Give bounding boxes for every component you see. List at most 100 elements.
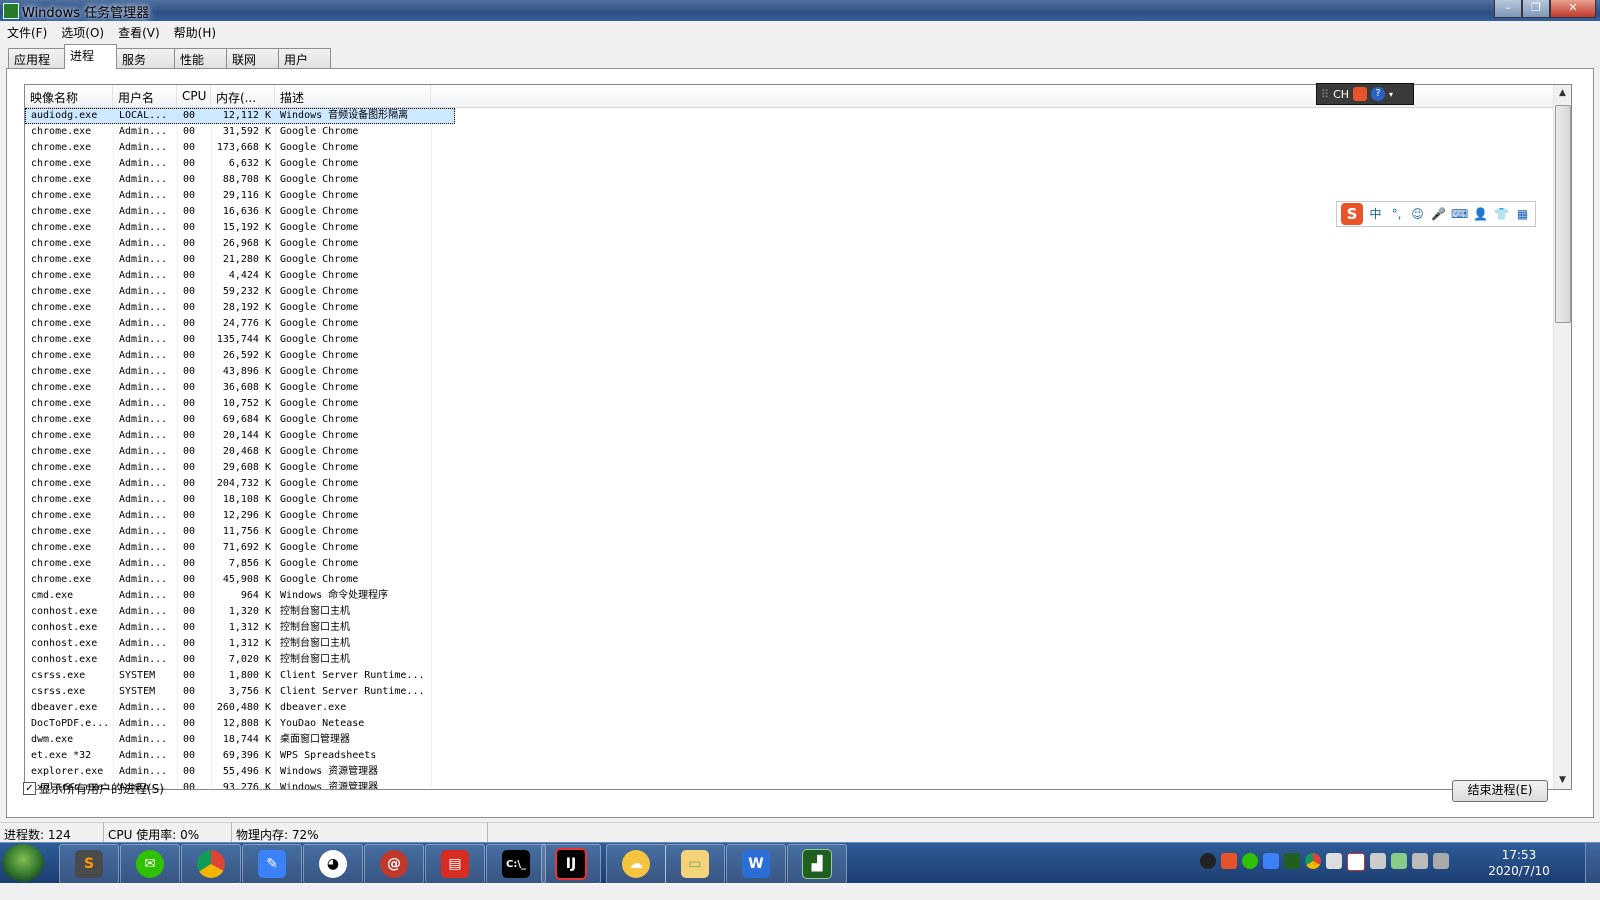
table-row[interactable]: chrome.exe Admin... 00 69,684 K Google Chrom…: [25, 412, 455, 428]
tray-task-manager-icon[interactable]: [1284, 853, 1300, 869]
column-description[interactable]: 描述: [275, 85, 431, 107]
scroll-thumb[interactable]: [1555, 105, 1571, 323]
title-bar[interactable]: Windows 任务管理器 – ❐ ✕: [0, 0, 1600, 21]
table-row[interactable]: et.exe *32 Admin... 00 69,396 K WPS Spreadsh…: [25, 748, 455, 764]
table-row[interactable]: chrome.exe Admin... 00 12,296 K Google Chrom…: [25, 508, 455, 524]
clock[interactable]: 17:53 2020/7/10: [1484, 847, 1554, 879]
punctuation-toggle[interactable]: °,: [1388, 206, 1405, 223]
ime-language-label[interactable]: CH: [1333, 88, 1349, 101]
table-row[interactable]: conhost.exe Admin... 00 1,312 K 控制台窗口主机: [25, 636, 455, 652]
taskbar-cloud-app[interactable]: ☁: [606, 844, 666, 884]
tab-users[interactable]: 用户: [278, 48, 331, 69]
chinese-mode-toggle[interactable]: 中: [1367, 206, 1384, 223]
taskbar-snail-app[interactable]: @: [364, 844, 424, 884]
tray-network-icon[interactable]: [1326, 853, 1342, 869]
table-row[interactable]: chrome.exe Admin... 00 173,668 K Google Chro…: [25, 140, 455, 156]
process-list[interactable]: 映像名称 用户名 CPU 内存(... 描述 audiodg.exe LOCAL.…: [24, 84, 1572, 790]
table-row[interactable]: chrome.exe Admin... 00 59,232 K Google Chrom…: [25, 284, 455, 300]
tray-action-center-icon[interactable]: [1433, 853, 1449, 869]
keyboard-icon[interactable]: ⌨: [1451, 206, 1468, 223]
tray-wechat-icon[interactable]: [1242, 853, 1258, 869]
table-row[interactable]: chrome.exe Admin... 00 24,776 K Google Chrom…: [25, 316, 455, 332]
table-row[interactable]: dwm.exe Admin... 00 18,744 K 桌面窗口管理器: [25, 732, 455, 748]
taskbar-redis-desktop[interactable]: ▤: [425, 844, 485, 884]
taskbar-intellij-idea[interactable]: IJ: [541, 844, 601, 884]
column-cpu[interactable]: CPU: [177, 85, 211, 107]
sogou-ime-toolbar[interactable]: S 中 °, ☺ 🎤 ⌨ 👤 👕 ▦: [1336, 201, 1536, 227]
table-row[interactable]: chrome.exe Admin... 00 45,908 K Google Chrom…: [25, 572, 455, 588]
tab-applications[interactable]: 应用程序: [8, 48, 65, 84]
taskbar-wechat[interactable]: ✉: [120, 844, 180, 884]
table-row[interactable]: chrome.exe Admin... 00 16,636 K Google Chrom…: [25, 204, 455, 220]
show-all-users-checkbox[interactable]: ✓: [23, 782, 36, 795]
menu-help[interactable]: 帮助(H): [167, 21, 223, 41]
table-row[interactable]: chrome.exe Admin... 00 18,108 K Google Chrom…: [25, 492, 455, 508]
scroll-down-icon[interactable]: ▼: [1554, 772, 1571, 789]
taskbar-wps-writer[interactable]: W: [726, 844, 786, 884]
sogou-small-icon[interactable]: [1353, 87, 1368, 101]
table-row[interactable]: chrome.exe Admin... 00 43,896 K Google Chrom…: [25, 364, 455, 380]
skin-shirt-icon[interactable]: 👕: [1493, 206, 1510, 223]
close-button[interactable]: ✕: [1550, 0, 1596, 18]
scroll-up-icon[interactable]: ▲: [1554, 85, 1571, 102]
taskbar-cmd[interactable]: C:\_: [486, 844, 546, 884]
toolbox-grid-icon[interactable]: ▦: [1514, 206, 1531, 223]
taskbar-chrome[interactable]: [181, 844, 241, 884]
table-row[interactable]: chrome.exe Admin... 00 20,468 K Google Chrom…: [25, 444, 455, 460]
minimize-button[interactable]: –: [1494, 0, 1522, 18]
table-row[interactable]: cmd.exe Admin... 00 964 K Windows 命令处理程序: [25, 588, 455, 604]
table-row[interactable]: explorer.exe Admin... 00 55,496 K Windows 资源…: [25, 764, 455, 780]
end-process-button[interactable]: 结束进程(E): [1452, 780, 1548, 802]
taskbar-task-manager[interactable]: ▟: [787, 844, 847, 884]
table-row[interactable]: chrome.exe Admin... 00 21,280 K Google Chrom…: [25, 252, 455, 268]
table-row[interactable]: chrome.exe Admin... 00 29,116 K Google Chrom…: [25, 188, 455, 204]
show-all-users[interactable]: ✓ 显示所有用户的进程(S): [23, 780, 164, 797]
table-row[interactable]: chrome.exe Admin... 00 135,744 K Google Chro…: [25, 332, 455, 348]
table-row[interactable]: chrome.exe Admin... 00 26,968 K Google Chrom…: [25, 236, 455, 252]
tray-volume-icon[interactable]: [1412, 853, 1428, 869]
tab-processes[interactable]: 进程: [64, 44, 117, 69]
show-all-users-label[interactable]: 显示所有用户的进程(S): [39, 780, 164, 797]
options-arrow-icon[interactable]: ▾: [1389, 90, 1393, 99]
tray-chrome-icon[interactable]: [1305, 853, 1321, 869]
table-row[interactable]: chrome.exe Admin... 00 10,752 K Google Chrom…: [25, 396, 455, 412]
menu-options[interactable]: 选项(O): [54, 21, 111, 41]
vertical-scrollbar[interactable]: ▲ ▼: [1553, 85, 1571, 789]
taskbar-panda-app[interactable]: ◕: [303, 844, 363, 884]
tray-app-icon[interactable]: [1200, 853, 1216, 869]
column-image-name[interactable]: 映像名称: [25, 85, 113, 107]
emoji-icon[interactable]: ☺: [1409, 206, 1426, 223]
table-row[interactable]: chrome.exe Admin... 00 26,592 K Google Chrom…: [25, 348, 455, 364]
tray-security-icon[interactable]: [1391, 853, 1407, 869]
show-desktop-button[interactable]: [1585, 843, 1600, 883]
table-row[interactable]: chrome.exe Admin... 00 6,632 K Google Chrome: [25, 156, 455, 172]
tray-sogou-icon[interactable]: [1221, 853, 1237, 869]
maximize-button[interactable]: ❐: [1522, 0, 1550, 18]
microphone-icon[interactable]: 🎤: [1430, 206, 1447, 223]
taskbar-file-explorer[interactable]: ▭: [665, 844, 725, 884]
table-row[interactable]: conhost.exe Admin... 00 1,320 K 控制台窗口主机: [25, 604, 455, 620]
table-row[interactable]: chrome.exe Admin... 00 4,424 K Google Chrome: [25, 268, 455, 284]
start-button[interactable]: [2, 844, 44, 882]
tab-performance[interactable]: 性能: [174, 48, 227, 69]
table-row[interactable]: chrome.exe Admin... 00 20,144 K Google Chrom…: [25, 428, 455, 444]
taskbar-sublime-text[interactable]: S: [59, 844, 119, 884]
table-row[interactable]: conhost.exe Admin... 00 1,312 K 控制台窗口主机: [25, 620, 455, 636]
tab-services[interactable]: 服务: [116, 48, 175, 69]
sogou-logo-icon[interactable]: S: [1341, 203, 1363, 225]
table-row[interactable]: DocToPDF.e... Admin... 00 12,808 K YouDao Ne…: [25, 716, 455, 732]
menu-view[interactable]: 查看(V): [111, 21, 167, 41]
tray-notes-icon[interactable]: [1263, 853, 1279, 869]
table-row[interactable]: chrome.exe Admin... 00 15,192 K Google Chrom…: [25, 220, 455, 236]
table-row[interactable]: chrome.exe Admin... 00 11,756 K Google Chrom…: [25, 524, 455, 540]
table-row[interactable]: conhost.exe Admin... 00 7,020 K 控制台窗口主机: [25, 652, 455, 668]
tab-networking[interactable]: 联网: [226, 48, 279, 69]
table-row[interactable]: chrome.exe Admin... 00 204,732 K Google Chro…: [25, 476, 455, 492]
table-row[interactable]: csrss.exe SYSTEM 00 1,800 K Client Server Ru…: [25, 668, 455, 684]
table-row[interactable]: chrome.exe Admin... 00 36,608 K Google Chrom…: [25, 380, 455, 396]
column-memory[interactable]: 内存(...: [211, 85, 275, 107]
table-row[interactable]: chrome.exe Admin... 00 31,592 K Google Chrom…: [25, 124, 455, 140]
table-row[interactable]: chrome.exe Admin... 00 28,192 K Google Chrom…: [25, 300, 455, 316]
column-user-name[interactable]: 用户名: [113, 85, 177, 107]
taskbar-notes[interactable]: ✎: [242, 844, 302, 884]
